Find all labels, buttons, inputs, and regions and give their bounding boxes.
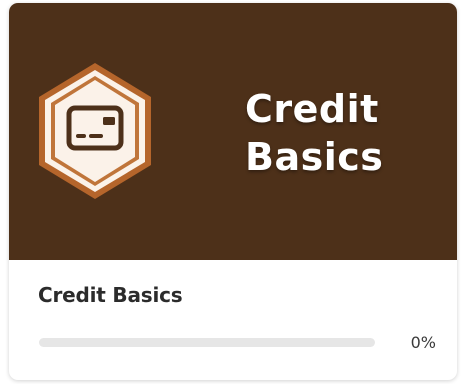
banner-title: Credit Basics xyxy=(245,85,445,181)
course-card[interactable]: Credit Basics Credit Basics 0% xyxy=(9,3,457,380)
progress-percent: 0% xyxy=(410,333,436,352)
banner-title-line-2: Basics xyxy=(245,135,384,179)
course-banner: Credit Basics xyxy=(9,3,457,260)
course-title[interactable]: Credit Basics xyxy=(38,283,183,307)
banner-title-line-1: Credit xyxy=(245,87,379,131)
progress-bar xyxy=(39,338,375,347)
course-badge xyxy=(39,63,151,199)
